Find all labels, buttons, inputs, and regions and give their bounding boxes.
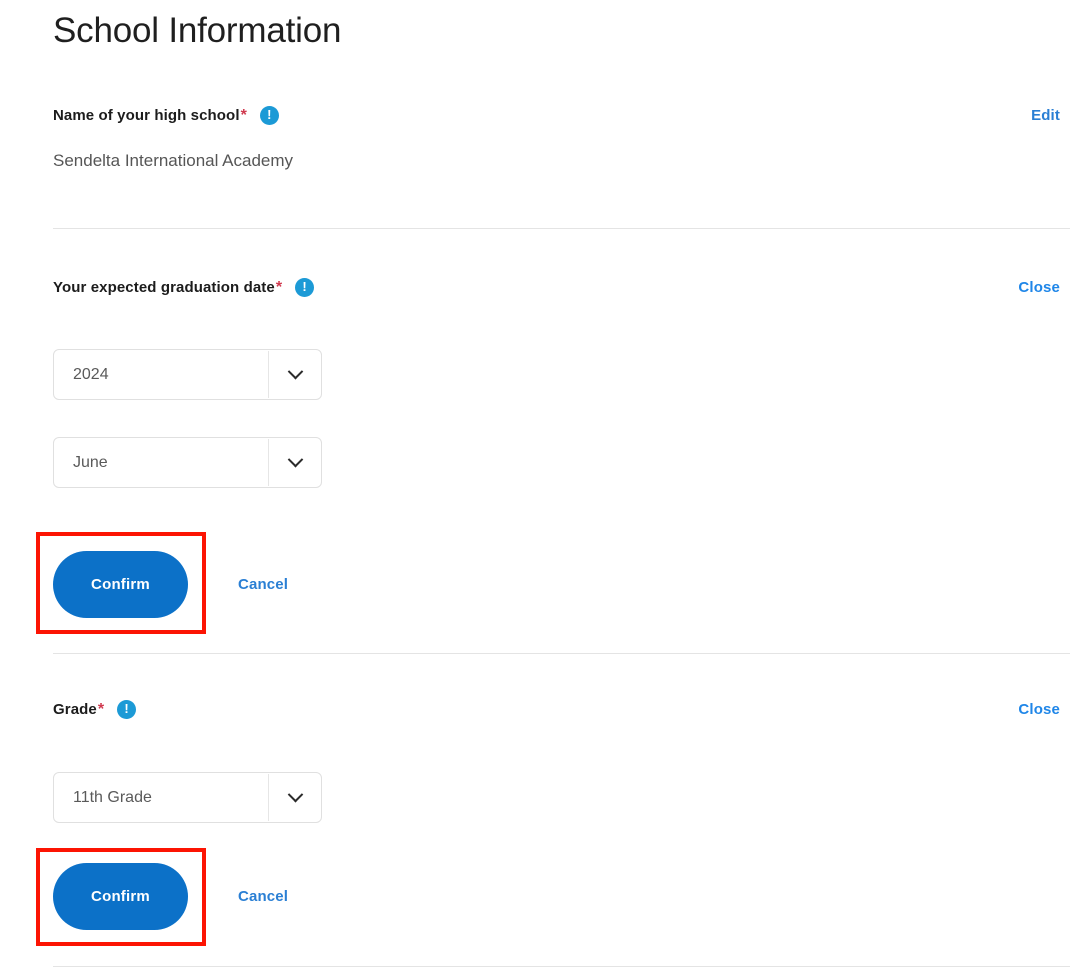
chevron-down-icon[interactable] xyxy=(269,451,321,468)
grade-actions: Confirm Cancel xyxy=(53,863,288,930)
section-header-school-name: Name of your high school * ! Edit xyxy=(53,106,1070,125)
section-header-grade: Grade * ! Close xyxy=(53,700,1070,719)
grade-select[interactable]: 11th Grade xyxy=(53,772,322,823)
field-label-school-name: Name of your high school xyxy=(53,107,240,124)
section-divider-1 xyxy=(53,228,1070,229)
section-graduation-date: Your expected graduation date * ! Close xyxy=(53,278,1070,297)
info-icon-glyph: ! xyxy=(124,701,129,716)
section-header-graduation-date: Your expected graduation date * ! Close xyxy=(53,278,1070,297)
edit-school-name-link[interactable]: Edit xyxy=(1031,107,1060,124)
graduation-month-value: June xyxy=(73,453,108,471)
info-exclamation-icon[interactable]: ! xyxy=(259,106,279,125)
page-title: School Information xyxy=(53,11,342,50)
field-value-school-name: Sendelta International Academy xyxy=(53,151,294,170)
grade-value: 11th Grade xyxy=(73,788,152,806)
info-icon-glyph: ! xyxy=(302,279,307,294)
graduation-confirm-button[interactable]: Confirm xyxy=(53,551,188,618)
chevron-down-icon[interactable] xyxy=(269,786,321,803)
info-exclamation-icon[interactable]: ! xyxy=(295,278,315,297)
chevron-down-icon[interactable] xyxy=(269,363,321,380)
field-label-grade: Grade xyxy=(53,701,97,718)
section-grade: Grade * ! Close xyxy=(53,700,1070,719)
info-exclamation-icon[interactable]: ! xyxy=(117,700,137,719)
graduation-year-value: 2024 xyxy=(73,365,109,383)
grade-cancel-button[interactable]: Cancel xyxy=(238,888,288,905)
section-divider-3 xyxy=(53,966,1070,967)
school-information-form: School Information Name of your high sch… xyxy=(0,0,1080,973)
section-divider-2 xyxy=(53,653,1070,654)
required-asterisk: * xyxy=(275,278,283,296)
close-grade-link[interactable]: Close xyxy=(1018,701,1060,718)
required-asterisk: * xyxy=(97,700,105,718)
graduation-month-select[interactable]: June xyxy=(53,437,322,488)
graduation-date-actions: Confirm Cancel xyxy=(53,551,288,618)
close-graduation-date-link[interactable]: Close xyxy=(1018,279,1060,296)
info-icon-glyph: ! xyxy=(267,107,272,122)
graduation-cancel-button[interactable]: Cancel xyxy=(238,576,288,593)
grade-confirm-button[interactable]: Confirm xyxy=(53,863,188,930)
graduation-year-select[interactable]: 2024 xyxy=(53,349,322,400)
section-school-name: Name of your high school * ! Edit Sendel… xyxy=(53,106,1070,171)
field-label-graduation-date: Your expected graduation date xyxy=(53,279,275,296)
required-asterisk: * xyxy=(240,106,247,124)
